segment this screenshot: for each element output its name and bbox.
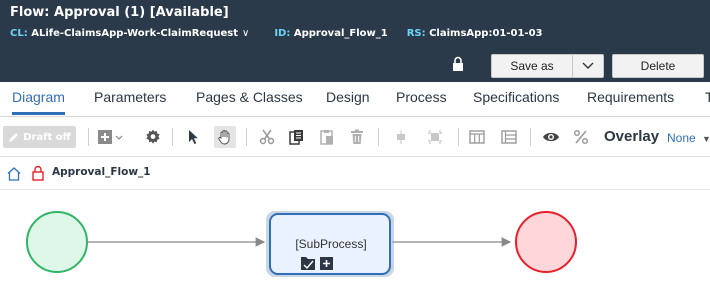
toolbar-divider [458, 128, 459, 146]
pan-tool-button[interactable] [214, 126, 236, 148]
hand-icon [218, 130, 230, 145]
paste-icon [320, 130, 333, 145]
tab-overflow[interactable]: T [705, 82, 710, 116]
chevron-down-icon[interactable]: ∨ [242, 28, 249, 39]
align-icon [397, 130, 405, 144]
copy-icon [289, 130, 303, 145]
id-key: ID: [274, 28, 291, 39]
checked-out-lock-icon [32, 165, 44, 181]
subprocess-label: [SubProcess] [295, 237, 367, 251]
start-shape[interactable] [26, 211, 88, 273]
save-as-menu-button[interactable] [573, 54, 604, 78]
home-icon[interactable] [6, 166, 22, 181]
tab-process[interactable]: Process [396, 82, 447, 116]
eye-icon [543, 132, 559, 142]
pool-icon [501, 130, 517, 144]
tab-specifications[interactable]: Specifications [473, 82, 559, 116]
copy-button[interactable] [286, 126, 308, 148]
delete-shape-button[interactable] [346, 126, 368, 148]
save-as-button[interactable]: Save as [491, 54, 573, 78]
breadcrumb-current[interactable]: Approval_Flow_1 [52, 166, 151, 178]
rule-tabs: Diagram Parameters Pages & Classes Desig… [0, 82, 710, 117]
id-value: Approval_Flow_1 [293, 28, 388, 39]
flow-canvas[interactable]: [SubProcess] [0, 190, 710, 302]
tab-diagram[interactable]: Diagram [12, 82, 65, 116]
pool-button[interactable] [498, 126, 520, 148]
add-shape-button[interactable] [96, 126, 126, 148]
draft-off-label: Draft off [23, 131, 71, 143]
end-shape[interactable] [515, 211, 577, 273]
lock-icon[interactable] [451, 56, 465, 72]
gear-icon [146, 129, 160, 144]
draft-off-button[interactable]: Draft off [3, 126, 76, 148]
swimlane-button[interactable] [466, 126, 488, 148]
select-tool-button[interactable] [182, 126, 204, 148]
tab-requirements[interactable]: Requirements [587, 82, 674, 116]
rule-title: Flow: Approval (1) [Available] [10, 5, 229, 20]
scissors-icon [259, 129, 275, 145]
class-value[interactable]: ALife-ClaimsApp-Work-ClaimRequest [31, 28, 238, 39]
overlay-label: Overlay [604, 128, 660, 145]
add-shape-icon [98, 130, 123, 144]
overlay-dropdown[interactable]: None ▼ [667, 131, 710, 145]
ruleset-key: RS: [406, 28, 426, 39]
cursor-icon [189, 130, 198, 144]
trash-icon [351, 129, 363, 144]
tab-pages-classes[interactable]: Pages & Classes [196, 82, 303, 116]
paste-button[interactable] [316, 126, 338, 148]
diagram-toolbar: Draft off Overlay None [0, 117, 710, 157]
swimlane-icon [469, 130, 485, 144]
percent-button[interactable] [570, 126, 592, 148]
overlay-value: None [667, 131, 696, 145]
cut-button[interactable] [256, 126, 278, 148]
toolbar-divider [172, 128, 173, 146]
delete-button[interactable]: Delete [612, 54, 704, 78]
rule-meta: CL: ALife-ClaimsApp-Work-ClaimRequest ∨ I… [10, 28, 543, 39]
toolbar-divider [88, 128, 89, 146]
align-button[interactable] [390, 126, 412, 148]
fit-icon [428, 130, 442, 144]
chevron-down-icon: ▼ [702, 134, 710, 144]
pencil-icon [9, 132, 19, 142]
breadcrumb: Approval_Flow_1 [0, 157, 710, 190]
toolbar-divider [246, 128, 247, 146]
show-button[interactable] [540, 126, 562, 148]
class-key: CL: [10, 28, 28, 39]
rule-header: Flow: Approval (1) [Available] CL: ALife… [0, 0, 710, 82]
toolbar-divider [530, 128, 531, 146]
ruleset-value: ClaimsApp:01-01-03 [429, 28, 543, 39]
fit-button[interactable] [424, 126, 446, 148]
subprocess-expand-icon[interactable] [320, 257, 333, 270]
tab-parameters[interactable]: Parameters [94, 82, 166, 116]
toolbar-divider [378, 128, 379, 146]
percent-icon [573, 129, 589, 145]
tab-design[interactable]: Design [326, 82, 370, 116]
settings-button[interactable] [142, 126, 164, 148]
chevron-down-icon [582, 62, 594, 69]
